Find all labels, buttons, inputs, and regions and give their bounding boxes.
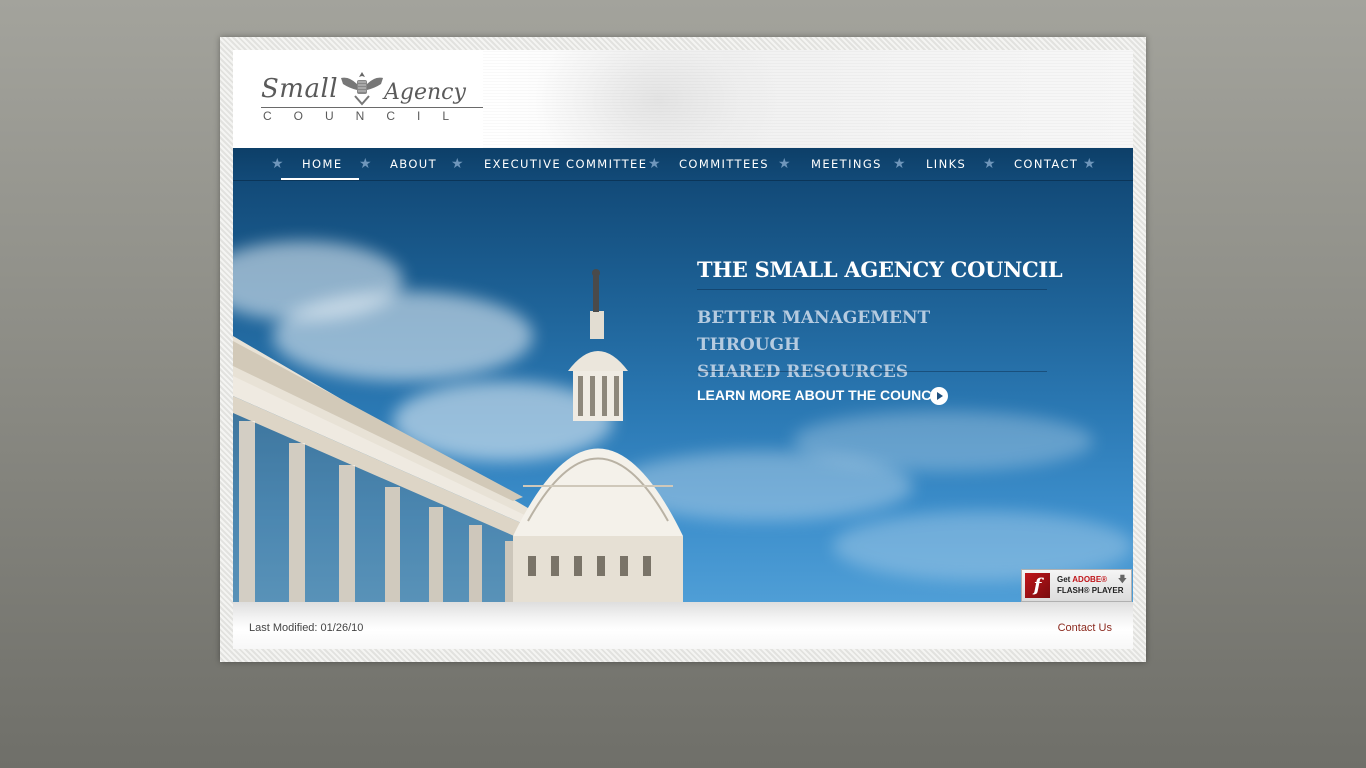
site-logo[interactable]: Small Agency COUNCIL [261,68,483,128]
nav-star-icon: ★ [648,155,661,171]
nav-star-icon: ★ [451,155,464,171]
logo-word-council: COUNCIL [261,107,483,123]
capitol-building-image [233,269,683,602]
last-modified-text: Last Modified: 01/26/10 [249,622,364,634]
nav-star-icon: ★ [1083,155,1096,171]
logo-word-small: Small [261,74,339,104]
nav-item-home[interactable]: HOME [302,157,343,171]
nav-item-links[interactable]: LINKS [926,157,966,171]
nav-star-icon: ★ [778,155,791,171]
nav-star-icon: ★ [893,155,906,171]
nav-active-indicator [281,178,359,180]
contact-us-link[interactable]: Contact Us [1058,622,1112,634]
nav-star-icon: ★ [359,155,372,171]
hero-banner: THE SMALL AGENCY COUNCIL BETTER MANAGEME… [233,181,1133,602]
page-container: Small Agency COUNCIL ★ HOME ★ ABOUT ★ EX… [233,50,1133,649]
flash-player-label: FLASH® PLAYER [1057,586,1124,595]
nav-star-icon: ★ [983,155,996,171]
hero-subtitle-line1: BETTER MANAGEMENT THROUGH [697,308,931,355]
arrow-right-circle-icon [930,387,948,405]
main-nav: ★ HOME ★ ABOUT ★ EXECUTIVE COMMITTEE ★ C… [233,148,1133,181]
nav-item-about[interactable]: ABOUT [390,157,437,171]
learn-more-label: LEARN MORE ABOUT THE COUNCIL [697,387,944,403]
get-flash-player-badge[interactable]: f Get ADOBE® FLASH® PLAYER 🡇 [1021,569,1132,602]
nav-item-meetings[interactable]: MEETINGS [811,157,882,171]
site-header: Small Agency COUNCIL [233,50,1133,148]
flash-icon: f [1025,573,1050,598]
site-footer: Last Modified: 01/26/10 Contact Us [233,602,1133,649]
hero-subtitle: BETTER MANAGEMENT THROUGH SHARED RESOURC… [697,305,1037,386]
hero-divider [697,289,1047,290]
hero-subtitle-line2: SHARED RESOURCES [697,362,909,382]
nav-item-committees[interactable]: COMMITTEES [679,157,769,171]
flash-get-label: Get ADOBE® [1057,575,1108,584]
nav-star-icon: ★ [271,155,284,171]
page-frame: Small Agency COUNCIL ★ HOME ★ ABOUT ★ EX… [220,37,1146,662]
hero-divider [697,371,1047,372]
cloud [793,411,1093,471]
logo-word-agency: Agency [384,80,466,105]
nav-item-contact[interactable]: CONTACT [1014,157,1078,171]
download-arrow-icon: 🡇 [1117,574,1127,584]
learn-more-link[interactable]: LEARN MORE ABOUT THE COUNCIL [697,387,948,405]
eagle-emblem-icon [341,72,383,106]
header-texture [483,50,1133,148]
hero-title: THE SMALL AGENCY COUNCIL [697,257,1063,282]
nav-item-executive-committee[interactable]: EXECUTIVE COMMITTEE [484,157,647,171]
